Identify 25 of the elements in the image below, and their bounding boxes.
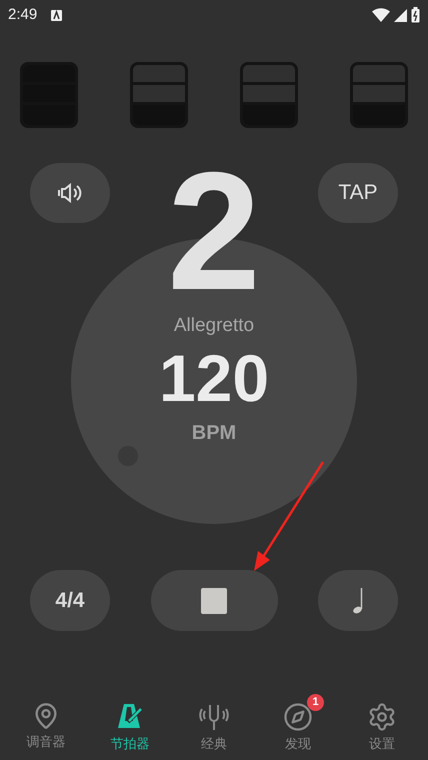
settings-icon xyxy=(367,702,397,732)
quarter-note-icon xyxy=(352,588,364,614)
status-time: 2:49 xyxy=(8,4,38,25)
wifi-icon xyxy=(372,8,390,22)
stop-icon xyxy=(201,588,227,614)
battery-icon xyxy=(411,7,420,23)
notification-icon xyxy=(51,10,62,20)
beat-block[interactable] xyxy=(130,62,188,128)
tap-button[interactable]: TAP xyxy=(318,163,398,223)
beat-block[interactable] xyxy=(350,62,408,128)
nav-tab[interactable]: 调音器 xyxy=(11,694,81,752)
time-signature-button[interactable]: 4/4 xyxy=(30,570,110,631)
nav-tab[interactable]: 节拍器 xyxy=(95,694,165,754)
notification-badge: 1 xyxy=(307,694,324,711)
compass-icon xyxy=(283,702,313,732)
tuning-fork-icon xyxy=(199,702,229,732)
bpm-unit: BPM xyxy=(192,423,236,443)
speaker-icon xyxy=(57,182,83,204)
signal-icon xyxy=(394,8,407,22)
nav-tab[interactable]: 发现 1 xyxy=(263,694,333,754)
nav-tab[interactable]: 设置 xyxy=(347,694,417,754)
tempo-name: Allegretto xyxy=(174,316,254,335)
beat-block[interactable] xyxy=(240,62,298,128)
nav-tab[interactable]: 经典 xyxy=(179,694,249,754)
bpm-value: 120 xyxy=(158,345,270,411)
